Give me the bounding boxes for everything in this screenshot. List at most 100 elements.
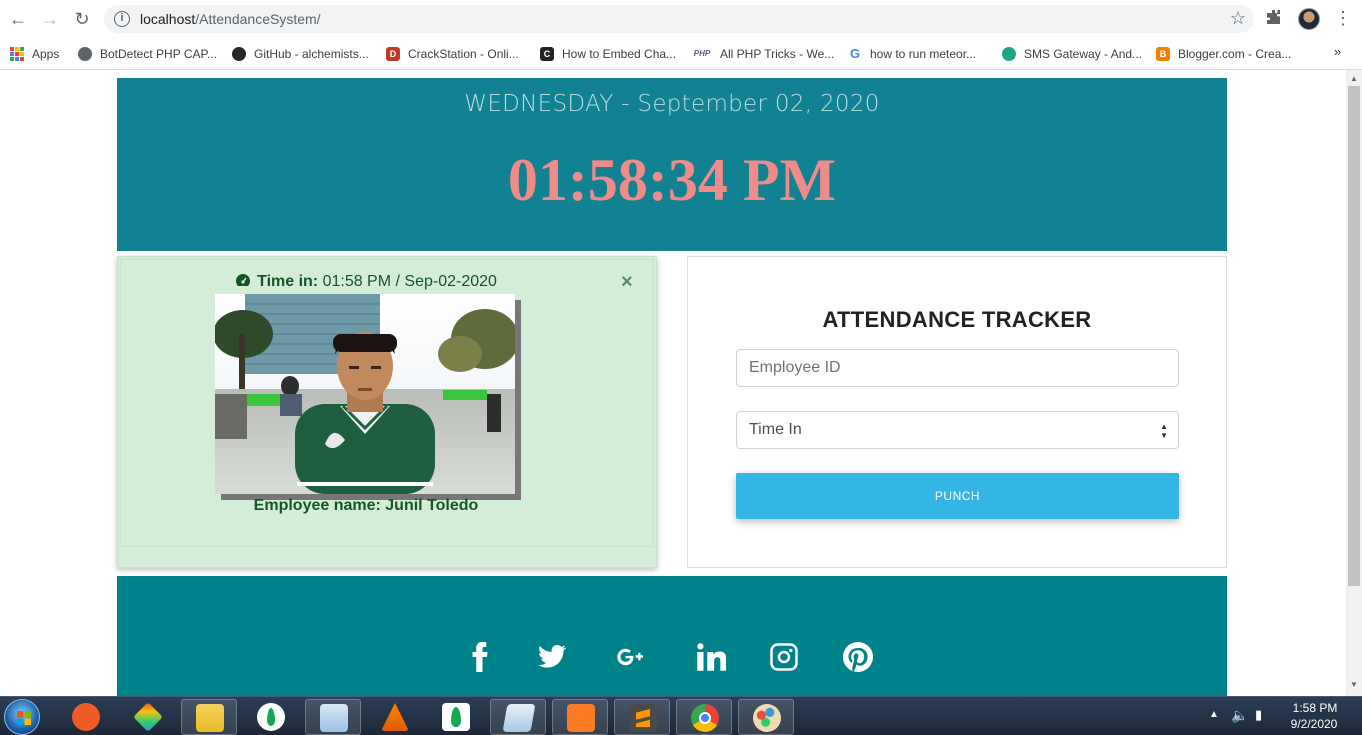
paint-palette-icon <box>753 704 781 732</box>
bookmark-embed[interactable]: C How to Embed Cha... <box>540 44 676 64</box>
taskbar-explorer[interactable] <box>181 699 237 735</box>
apps-grid-icon <box>10 47 24 61</box>
bookmark-label: SMS Gateway - And... <box>1024 47 1143 61</box>
bookmark-github[interactable]: GitHub - alchemists... <box>232 44 369 64</box>
punch-success-alert: Time in: 01:58 PM / Sep-02-2020 × Employ… <box>117 256 657 568</box>
page-viewport: WEDNESDAY - September 02, 2020 01:58:34 … <box>0 70 1362 696</box>
status-select[interactable]: Time In ▲ ▼ <box>736 411 1179 449</box>
employee-id-input[interactable] <box>736 349 1179 387</box>
bookmarks-bar: Apps BotDetect PHP CAP... GitHub - alche… <box>0 38 1362 70</box>
time-in-value: 01:58 PM / Sep-02-2020 <box>318 273 497 290</box>
sublime-icon <box>629 704 657 732</box>
employee-name: Employee name: Junil Toledo <box>253 497 479 514</box>
bookmark-blogger[interactable]: B Blogger.com - Crea... <box>1156 44 1291 64</box>
taskbar-git[interactable] <box>120 699 176 735</box>
github-icon <box>232 47 246 61</box>
bookmark-crackstation[interactable]: D CrackStation - Onli... <box>386 44 519 64</box>
bookmark-star-icon[interactable]: ☆ <box>1230 8 1246 29</box>
taskbar-mongodb-compass[interactable] <box>428 699 484 735</box>
windows-logo-icon <box>17 711 31 725</box>
bookmark-label: BotDetect PHP CAP... <box>100 47 217 61</box>
address-bar[interactable]: i localhost/AttendanceSystem/ ☆ <box>104 5 1254 33</box>
bookmark-label: Apps <box>32 47 60 61</box>
start-button[interactable] <box>4 699 40 735</box>
taskbar-chrome[interactable] <box>676 699 732 735</box>
tray-expand-icon[interactable]: ▲ <box>1209 709 1219 720</box>
select-arrows-icon: ▲ ▼ <box>1160 422 1168 440</box>
facebook-icon[interactable] <box>460 642 500 682</box>
browser-menu-icon[interactable]: ⋮ <box>1334 8 1352 29</box>
current-date: WEDNESDAY - September 02, 2020 <box>464 91 880 117</box>
google-plus-icon[interactable] <box>611 642 651 682</box>
taskbar-file-manager[interactable] <box>305 699 361 735</box>
bookmark-label: How to Embed Cha... <box>562 47 677 61</box>
bookmark-sms[interactable]: SMS Gateway - And... <box>1002 44 1142 64</box>
linkedin-icon[interactable] <box>691 642 731 682</box>
taskbar-time[interactable]: 1:58 PM <box>1290 701 1340 715</box>
taskbar-xampp[interactable] <box>552 699 608 735</box>
taskbar-date[interactable]: 9/2/2020 <box>1286 717 1342 731</box>
attendance-tracker-card: ATTENDANCE TRACKER Time In ▲▼ PUNCH <box>687 256 1227 568</box>
browser-toolbar: ← → ↻ i localhost/AttendanceSystem/ ☆ ⋮ <box>0 0 1362 38</box>
back-arrow-icon[interactable]: ← <box>8 9 28 29</box>
file-manager-icon <box>320 704 348 732</box>
photo-image <box>215 294 515 494</box>
vlc-icon <box>381 703 409 731</box>
dashboard-gauge-icon <box>236 274 251 286</box>
google-icon: G <box>849 46 861 61</box>
leaf-icon <box>442 703 470 731</box>
punch-button[interactable]: PUNCH <box>736 473 1179 519</box>
taskbar-mongodb[interactable] <box>243 699 299 735</box>
php-icon: PHP <box>693 49 711 58</box>
ch-icon: C <box>540 47 554 61</box>
current-time: 01:58:34 PM <box>507 147 837 213</box>
bookmark-label: how to run meteor... <box>870 47 977 61</box>
bookmark-botdetect[interactable]: BotDetect PHP CAP... <box>78 44 217 64</box>
mongodb-icon <box>257 703 285 731</box>
twitter-icon[interactable] <box>532 642 572 682</box>
site-info-icon[interactable]: i <box>114 11 130 27</box>
chrome-icon <box>691 704 719 732</box>
bookmark-apps[interactable]: Apps <box>10 44 59 64</box>
scrollbar-thumb[interactable] <box>1348 86 1360 586</box>
xampp-icon <box>567 704 595 732</box>
page-scrollbar[interactable]: ▲ ▼ <box>1346 70 1362 696</box>
scroll-down-arrow-icon[interactable]: ▼ <box>1350 680 1358 689</box>
bookmark-label: Blogger.com - Crea... <box>1178 47 1292 61</box>
folders-icon <box>196 704 224 732</box>
status-selected-value: Time In <box>749 421 802 438</box>
more-bookmarks-button[interactable]: » <box>1334 44 1341 59</box>
bookmark-meteor[interactable]: G how to run meteor... <box>848 44 976 64</box>
postman-icon <box>72 703 100 731</box>
taskbar-postman[interactable] <box>58 699 114 735</box>
taskbar-notes[interactable] <box>490 699 546 735</box>
sms-icon <box>1002 47 1016 61</box>
employee-photo <box>215 294 521 500</box>
windows-taskbar: ▲ 🔈 ▮ 1:58 PM 9/2/2020 <box>0 696 1362 735</box>
bookmark-phptricks[interactable]: PHP All PHP Tricks - We... <box>692 44 834 64</box>
reload-icon[interactable]: ↻ <box>72 9 92 29</box>
clock-header: WEDNESDAY - September 02, 2020 01:58:34 … <box>117 78 1227 251</box>
volume-icon[interactable]: 🔈 <box>1231 707 1248 724</box>
notepad-icon <box>502 704 536 732</box>
close-alert-button[interactable]: × <box>621 271 633 294</box>
bookmark-label: GitHub - alchemists... <box>254 47 369 61</box>
taskbar-sublime[interactable] <box>614 699 670 735</box>
git-icon <box>133 702 163 732</box>
blogger-icon: B <box>1156 47 1170 61</box>
pinterest-icon[interactable] <box>838 641 878 682</box>
taskbar-vlc[interactable] <box>367 699 423 735</box>
scroll-up-arrow-icon[interactable]: ▲ <box>1350 74 1358 83</box>
taskbar-paint[interactable] <box>738 699 794 735</box>
extensions-puzzle-icon[interactable] <box>1266 9 1282 30</box>
forward-arrow-icon[interactable]: → <box>40 9 60 29</box>
bookmark-label: All PHP Tricks - We... <box>720 47 835 61</box>
crackstation-icon: D <box>386 47 400 61</box>
battery-icon[interactable]: ▮ <box>1255 707 1262 723</box>
url-text: localhost/AttendanceSystem/ <box>140 11 321 27</box>
footer <box>117 576 1227 696</box>
time-in-label: Time in: <box>257 273 319 290</box>
bookmark-label: CrackStation - Onli... <box>408 47 519 61</box>
profile-avatar[interactable] <box>1298 8 1320 30</box>
instagram-icon[interactable] <box>764 642 804 682</box>
